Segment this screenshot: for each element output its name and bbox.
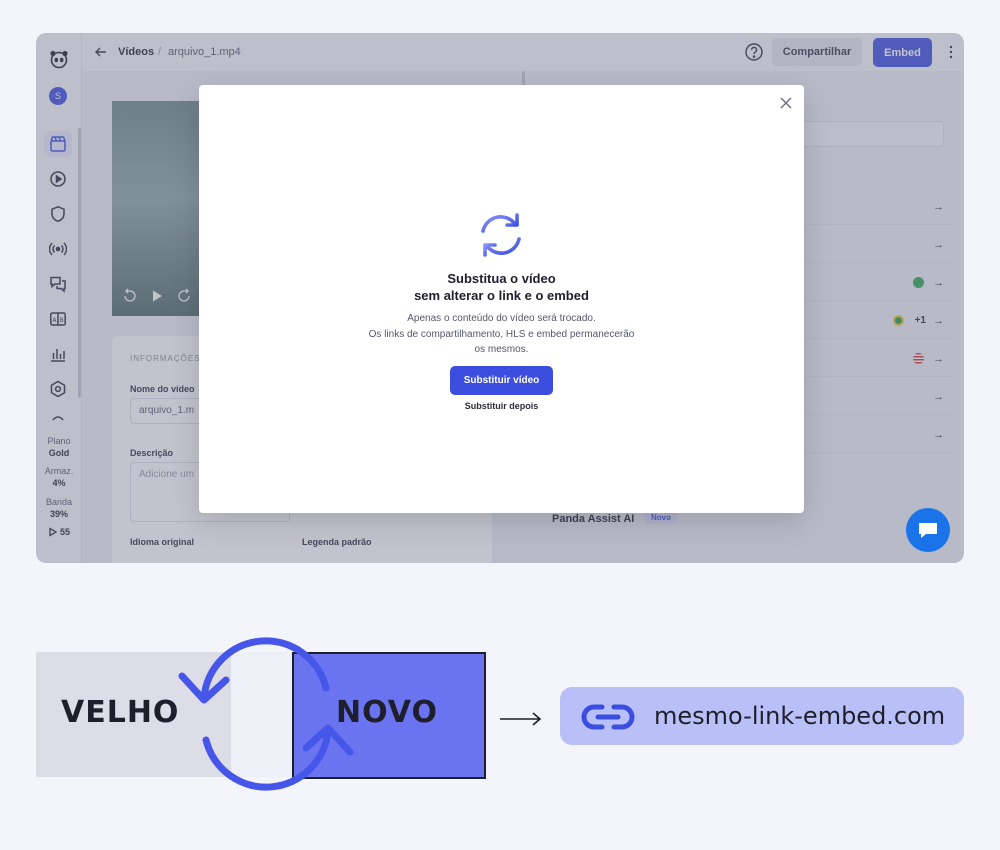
old-label: VELHO [61,695,180,730]
replace-later-link[interactable]: Substituir depois [199,401,804,411]
swap-cycle-icon [178,637,354,791]
app-window: S AB Plano Gold Armaz. 4% Banda 39% 55 V… [36,33,964,563]
modal-title: Substitua o vídeo sem alterar o link e o… [414,271,589,303]
close-icon[interactable] [780,97,792,109]
replace-video-button[interactable]: Substituir vídeo [450,366,553,395]
modal-description: Apenas o conteúdo do vídeo será trocado.… [368,313,635,355]
refresh-cycle-icon [481,213,521,257]
chat-bubble-icon [919,523,937,538]
link-icon [581,704,635,730]
arrow-right-icon [500,712,542,726]
replace-video-modal: Substitua o vídeo sem alterar o link e o… [199,85,804,513]
chat-button[interactable] [906,508,950,552]
link-url: mesmo-link-embed.com [654,702,946,730]
